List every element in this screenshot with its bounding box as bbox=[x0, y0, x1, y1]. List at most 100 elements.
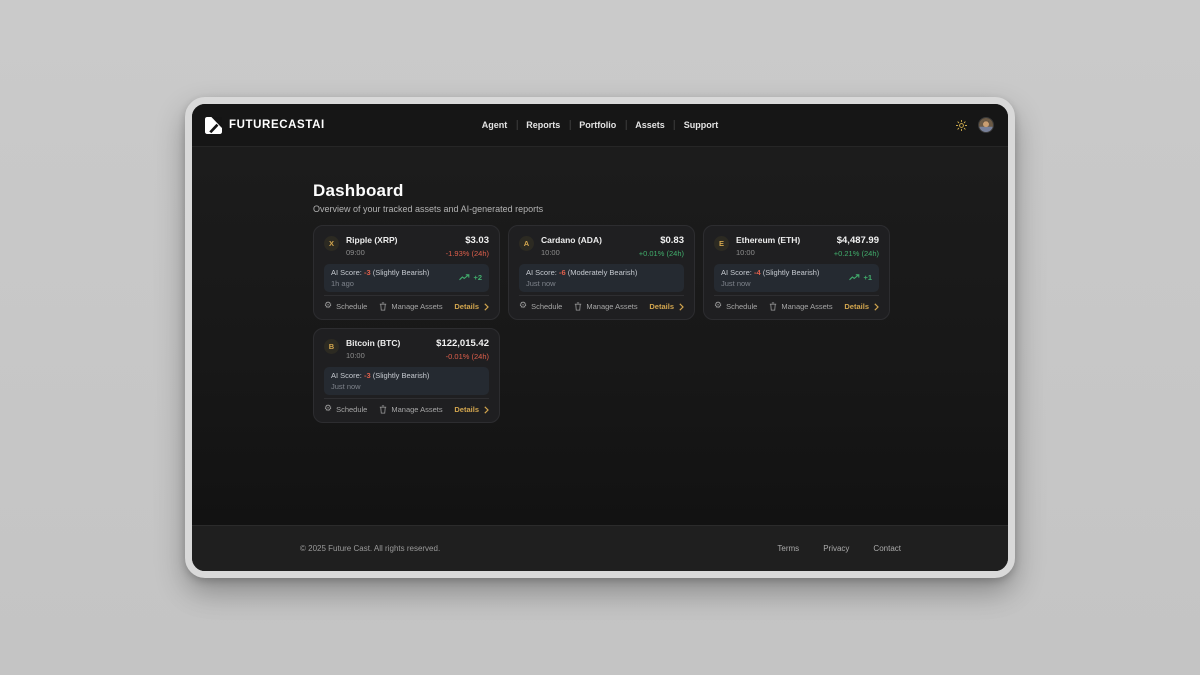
nav-item-reports[interactable]: Reports bbox=[526, 120, 560, 130]
asset-name: Ethereum (ETH) bbox=[736, 235, 800, 245]
ai-sentiment: (Slightly Bearish) bbox=[373, 268, 430, 277]
header-right bbox=[956, 117, 994, 133]
price-change: -1.93% (24h) bbox=[446, 249, 489, 258]
nav-item-agent[interactable]: Agent bbox=[482, 120, 508, 130]
ai-score-value: -3 bbox=[364, 268, 371, 277]
chevron-right-icon bbox=[679, 303, 684, 311]
price-change: +0.21% (24h) bbox=[834, 249, 879, 258]
schedule-button-label: Schedule bbox=[531, 302, 562, 311]
asset-card-header: X Ripple (XRP) 09:00 $3.03 -1.93% (24h) bbox=[324, 235, 489, 258]
asset-time: 10:00 bbox=[541, 248, 602, 257]
trend-value: +2 bbox=[473, 273, 482, 282]
asset-price: $122,015.42 bbox=[436, 338, 489, 349]
brand-logo-icon bbox=[205, 117, 222, 134]
nav-separator bbox=[625, 120, 626, 130]
asset-card: E Ethereum (ETH) 10:00 $4,487.99 +0.21% … bbox=[703, 225, 890, 320]
trash-icon bbox=[574, 302, 582, 311]
footer-link-privacy[interactable]: Privacy bbox=[823, 544, 849, 553]
asset-time: 10:00 bbox=[736, 248, 800, 257]
asset-card: B Bitcoin (BTC) 10:00 $122,015.42 -0.01%… bbox=[313, 328, 500, 423]
main-area: Dashboard Overview of your tracked asset… bbox=[192, 147, 1008, 525]
nav-separator bbox=[674, 120, 675, 130]
asset-initial-badge: B bbox=[324, 339, 339, 354]
nav-separator bbox=[569, 120, 570, 130]
ai-sentiment: (Slightly Bearish) bbox=[763, 268, 820, 277]
schedule-button[interactable]: ⚙ Schedule bbox=[324, 405, 367, 414]
trend-badge: +1 bbox=[849, 273, 872, 282]
price-change: +0.01% (24h) bbox=[639, 249, 684, 258]
trend-up-icon bbox=[849, 274, 860, 281]
trash-icon bbox=[379, 405, 387, 414]
asset-initial-badge: X bbox=[324, 236, 339, 251]
schedule-button-label: Schedule bbox=[336, 302, 367, 311]
nav-item-support[interactable]: Support bbox=[684, 120, 719, 130]
schedule-button[interactable]: ⚙ Schedule bbox=[519, 302, 562, 311]
ai-score-label: AI Score: bbox=[331, 268, 362, 277]
footer-links: Terms Privacy Contact bbox=[777, 544, 901, 553]
asset-time: 09:00 bbox=[346, 248, 397, 257]
ai-score-label: AI Score: bbox=[331, 371, 362, 380]
manage-assets-button-label: Manage Assets bbox=[391, 405, 442, 414]
price-change: -0.01% (24h) bbox=[436, 352, 489, 361]
nav-item-portfolio[interactable]: Portfolio bbox=[579, 120, 616, 130]
manage-assets-button-label: Manage Assets bbox=[781, 302, 832, 311]
page-title: Dashboard bbox=[313, 181, 891, 201]
asset-initial-badge: E bbox=[714, 236, 729, 251]
app-header: FUTURECASTAI Agent Reports Portfolio Assets… bbox=[192, 104, 1008, 147]
asset-initial-badge: A bbox=[519, 236, 534, 251]
ai-score-label: AI Score: bbox=[721, 268, 752, 277]
theme-toggle-button[interactable] bbox=[956, 120, 967, 131]
asset-card-footer: ⚙ Schedule Manage Assets Details bbox=[714, 295, 879, 311]
asset-name: Ripple (XRP) bbox=[346, 235, 397, 245]
manage-assets-button-label: Manage Assets bbox=[391, 302, 442, 311]
ai-score-label: AI Score: bbox=[526, 268, 557, 277]
asset-card-header: B Bitcoin (BTC) 10:00 $122,015.42 -0.01%… bbox=[324, 338, 489, 361]
asset-card: A Cardano (ADA) 10:00 $0.83 +0.01% (24h)… bbox=[508, 225, 695, 320]
footer-link-contact[interactable]: Contact bbox=[873, 544, 901, 553]
ai-score-value: -6 bbox=[559, 268, 566, 277]
details-button-label: Details bbox=[844, 302, 869, 311]
ai-score-box: AI Score: -6 (Moderately Bearish) Just n… bbox=[519, 264, 684, 293]
details-button[interactable]: Details bbox=[454, 302, 489, 311]
brand[interactable]: FUTURECASTAI bbox=[205, 117, 325, 134]
chevron-right-icon bbox=[874, 303, 879, 311]
manage-assets-button[interactable]: Manage Assets bbox=[769, 302, 832, 311]
trash-icon bbox=[379, 302, 387, 311]
user-avatar-image bbox=[979, 118, 993, 132]
user-avatar[interactable] bbox=[978, 117, 994, 133]
details-button[interactable]: Details bbox=[649, 302, 684, 311]
gear-icon: ⚙ bbox=[714, 302, 722, 311]
page-subtitle: Overview of your tracked assets and AI-g… bbox=[313, 204, 891, 214]
ai-updated-time: Just now bbox=[526, 279, 637, 288]
details-button[interactable]: Details bbox=[454, 405, 489, 414]
ai-score-value: -4 bbox=[754, 268, 761, 277]
trend-value: +1 bbox=[863, 273, 872, 282]
footer-link-terms[interactable]: Terms bbox=[777, 544, 799, 553]
gear-icon: ⚙ bbox=[324, 302, 332, 311]
asset-time: 10:00 bbox=[346, 351, 400, 360]
brand-name: FUTURECASTAI bbox=[229, 119, 325, 131]
ai-updated-time: Just now bbox=[331, 382, 429, 391]
details-button-label: Details bbox=[649, 302, 674, 311]
trend-badge: +2 bbox=[459, 273, 482, 282]
copyright-text: © 2025 Future Cast. All rights reserved. bbox=[300, 544, 440, 553]
ai-sentiment: (Moderately Bearish) bbox=[568, 268, 638, 277]
nav-item-assets[interactable]: Assets bbox=[635, 120, 665, 130]
asset-card-footer: ⚙ Schedule Manage Assets Details bbox=[519, 295, 684, 311]
asset-name: Cardano (ADA) bbox=[541, 235, 602, 245]
chevron-right-icon bbox=[484, 303, 489, 311]
schedule-button[interactable]: ⚙ Schedule bbox=[714, 302, 757, 311]
manage-assets-button-label: Manage Assets bbox=[586, 302, 637, 311]
manage-assets-button[interactable]: Manage Assets bbox=[379, 405, 442, 414]
ai-score-box: AI Score: -4 (Slightly Bearish) Just now… bbox=[714, 264, 879, 293]
gear-icon: ⚙ bbox=[519, 302, 527, 311]
details-button-label: Details bbox=[454, 302, 479, 311]
details-button[interactable]: Details bbox=[844, 302, 879, 311]
asset-card-header: E Ethereum (ETH) 10:00 $4,487.99 +0.21% … bbox=[714, 235, 879, 258]
schedule-button[interactable]: ⚙ Schedule bbox=[324, 302, 367, 311]
asset-card-footer: ⚙ Schedule Manage Assets Details bbox=[324, 295, 489, 311]
manage-assets-button[interactable]: Manage Assets bbox=[379, 302, 442, 311]
asset-card-header: A Cardano (ADA) 10:00 $0.83 +0.01% (24h) bbox=[519, 235, 684, 258]
ai-score-box: AI Score: -3 (Slightly Bearish) Just now bbox=[324, 367, 489, 396]
manage-assets-button[interactable]: Manage Assets bbox=[574, 302, 637, 311]
